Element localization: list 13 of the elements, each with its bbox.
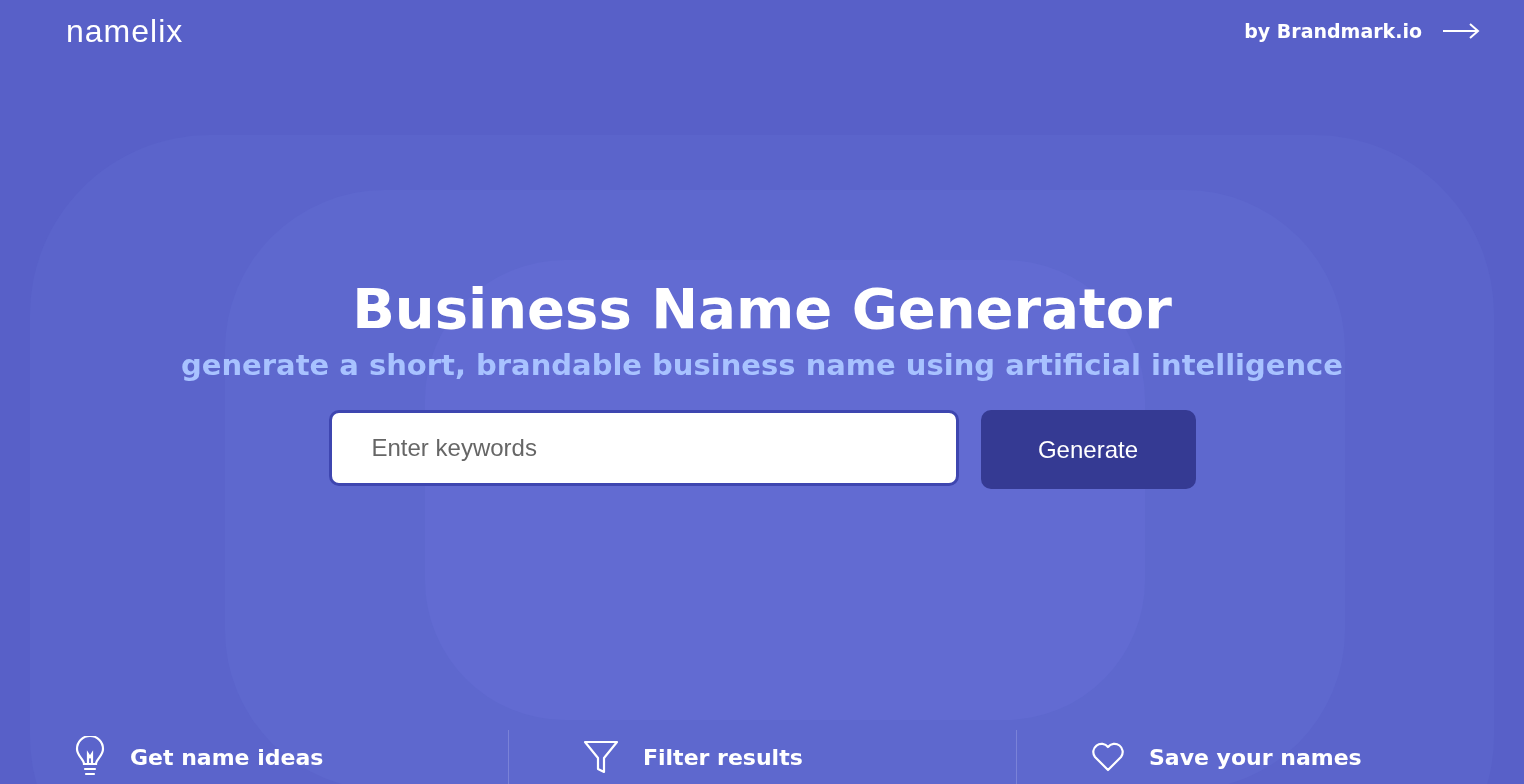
feature-label: Save your names <box>1149 744 1362 770</box>
feature-label: Get name ideas <box>130 744 324 770</box>
filter-icon <box>583 739 619 775</box>
brandmark-link[interactable]: by Brandmark.io <box>1244 20 1480 42</box>
heart-icon <box>1091 742 1125 772</box>
arrow-right-icon <box>1442 23 1480 39</box>
keywords-input[interactable]: Enter keywords <box>328 410 959 486</box>
lightbulb-icon <box>74 736 106 778</box>
logo[interactable]: namelix <box>66 12 184 50</box>
subtitle: generate a short, brandable business name using artificial intelligence <box>181 347 1343 384</box>
feature-label: Filter results <box>643 744 803 770</box>
generate-button[interactable]: Generate <box>980 410 1196 489</box>
page-title: Business Name Generator <box>352 275 1172 343</box>
